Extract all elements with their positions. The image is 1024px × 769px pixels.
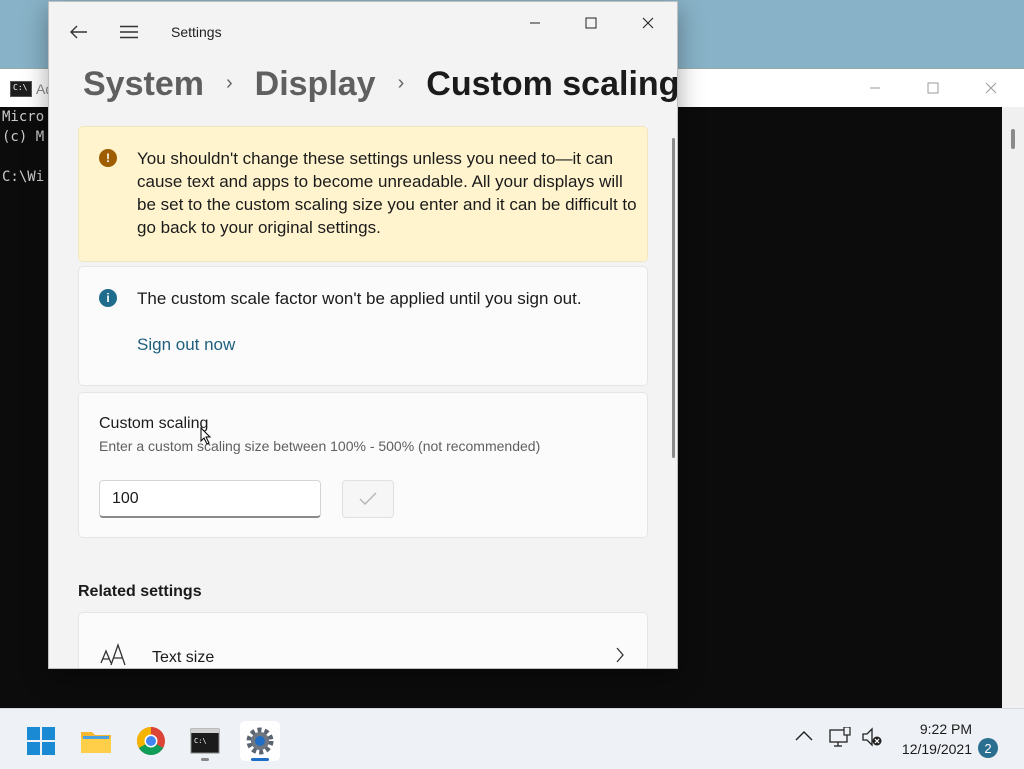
clock-date: 12/19/2021	[901, 741, 972, 757]
mouse-cursor-icon	[200, 427, 212, 445]
running-indicator	[201, 758, 209, 761]
start-button[interactable]	[21, 721, 61, 761]
cmd-line: Micro	[2, 109, 45, 125]
checkmark-icon	[359, 492, 377, 505]
info-text: The custom scale factor won't be applied…	[137, 289, 582, 308]
taskbar-clock[interactable]: 9:22 PM 12/19/2021	[902, 719, 972, 759]
windows-logo-icon	[27, 727, 55, 755]
text-size-icon	[100, 643, 126, 666]
taskbar: C:\ 9:22 PM 12/19/2021 2	[0, 708, 1024, 769]
window-title: Settings	[171, 24, 222, 40]
settings-window: Settings System › Display › Custom scali…	[48, 1, 678, 669]
folder-icon	[81, 732, 111, 753]
chevron-right-icon	[616, 647, 624, 663]
text-size-item[interactable]: Text size	[78, 612, 648, 668]
maximize-icon[interactable]	[566, 6, 616, 40]
custom-scaling-title: Custom scaling	[99, 415, 209, 432]
network-icon[interactable]	[829, 726, 851, 752]
cmd-line: C:\Wi	[2, 169, 45, 185]
info-icon: i	[99, 289, 117, 307]
hamburger-menu-icon[interactable]	[117, 20, 141, 44]
sign-out-now-link[interactable]: Sign out now	[137, 335, 235, 355]
chrome-icon	[137, 727, 165, 755]
cmd-scrollbar[interactable]	[1002, 107, 1024, 709]
breadcrumb-display[interactable]: Display	[255, 65, 376, 104]
minimize-icon[interactable]	[510, 6, 560, 40]
cmd-scrollbar-thumb[interactable]	[1011, 129, 1015, 149]
file-explorer-button[interactable]	[76, 721, 116, 761]
notification-badge[interactable]: 2	[978, 738, 998, 758]
chevron-right-icon: ›	[397, 71, 405, 94]
clock-time: 9:22 PM	[919, 721, 972, 737]
breadcrumb: System › Display › Custom scaling	[83, 60, 678, 108]
active-indicator	[251, 758, 269, 761]
maximize-icon[interactable]	[910, 75, 956, 101]
volume-muted-icon[interactable]	[861, 727, 883, 752]
warning-banner: ! You shouldn't change these settings un…	[78, 126, 648, 262]
warning-text: You shouldn't change these settings unle…	[137, 149, 637, 237]
custom-scaling-description: Enter a custom scaling size between 100%…	[99, 438, 541, 454]
gear-icon	[246, 727, 274, 755]
command-prompt-icon: C:\	[190, 728, 220, 754]
cmd-app-icon	[10, 81, 32, 97]
settings-button[interactable]	[240, 721, 280, 761]
custom-scaling-card: Custom scaling Enter a custom scaling si…	[78, 392, 648, 538]
chevron-up-icon[interactable]	[795, 729, 813, 747]
close-icon[interactable]	[623, 6, 673, 40]
chrome-button[interactable]	[131, 721, 171, 761]
settings-titlebar[interactable]: Settings	[49, 2, 677, 58]
related-settings-heading: Related settings	[78, 583, 202, 600]
page-title: Custom scaling	[426, 64, 678, 103]
breadcrumb-system[interactable]: System	[83, 65, 204, 104]
minimize-icon[interactable]	[852, 75, 898, 101]
apply-button[interactable]	[342, 480, 394, 518]
warning-icon: !	[99, 149, 117, 167]
cmd-line: (c) M	[2, 129, 45, 145]
terminal-button[interactable]: C:\	[185, 721, 225, 761]
back-arrow-icon[interactable]	[67, 20, 91, 44]
info-banner: i The custom scale factor won't be appli…	[78, 266, 648, 386]
svg-text:C:\: C:\	[194, 737, 207, 745]
settings-scrollbar[interactable]	[672, 138, 675, 458]
text-size-label: Text size	[152, 649, 215, 666]
custom-scaling-input[interactable]	[99, 480, 321, 518]
chevron-right-icon: ›	[225, 71, 233, 94]
close-icon[interactable]	[968, 75, 1014, 101]
